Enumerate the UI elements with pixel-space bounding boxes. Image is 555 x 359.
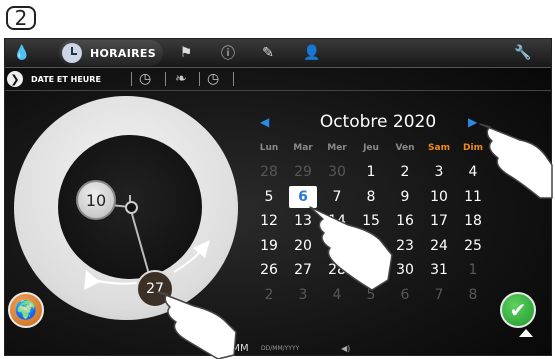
- hand-pointer-icon: [309, 206, 393, 291]
- hand-pointer-icon: [479, 123, 553, 199]
- tutorial-frame: 2 💧 HORAIRES ⚑ ⓘ ✎ 👤 🔧 ❯ DATE ET HEURE ◷: [0, 0, 555, 359]
- hand-pointer-icon: [157, 291, 237, 359]
- tutorial-hands: [157, 123, 553, 359]
